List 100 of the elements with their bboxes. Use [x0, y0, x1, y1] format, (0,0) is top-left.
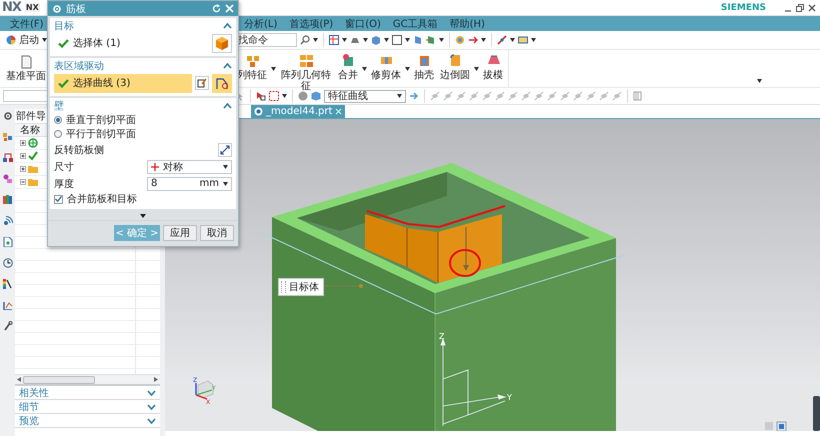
- menu-item[interactable]: 窗口(O): [339, 16, 387, 30]
- more-options-icon[interactable]: [140, 214, 146, 218]
- collapse-box-icon[interactable]: [20, 179, 26, 185]
- expand-icon[interactable]: [147, 404, 156, 410]
- caret-icon[interactable]: [474, 67, 479, 71]
- blocks-icon[interactable]: [2, 132, 12, 142]
- caret-icon[interactable]: [510, 38, 515, 42]
- cube-icon[interactable]: [311, 91, 321, 101]
- caret-icon[interactable]: [313, 38, 318, 42]
- dialog-title: 筋板: [66, 2, 87, 16]
- caret-icon[interactable]: [363, 38, 368, 42]
- field-label: 尺寸: [54, 160, 74, 174]
- collapse-icon[interactable]: [223, 23, 232, 29]
- refresh-icon[interactable]: [212, 4, 221, 13]
- dashed-rectangle-icon[interactable]: [269, 91, 279, 101]
- section-title[interactable]: 细节: [19, 400, 39, 414]
- collapse-icon[interactable]: [223, 103, 232, 109]
- circle-mark: [449, 249, 481, 277]
- caret-icon[interactable]: [362, 67, 367, 71]
- collapse-icon[interactable]: [223, 63, 232, 69]
- arrow-icon[interactable]: [409, 91, 419, 101]
- caret-icon: [397, 94, 402, 98]
- caret-icon[interactable]: [271, 67, 276, 71]
- menu-item[interactable]: 帮助(H): [444, 16, 491, 30]
- dimension-icon[interactable]: [497, 35, 507, 45]
- dialog-button[interactable]: 取消: [200, 225, 234, 241]
- caret-icon[interactable]: [439, 38, 444, 42]
- panel-title: 部件导: [16, 110, 46, 123]
- arrow-icon[interactable]: [468, 35, 478, 45]
- menu-item[interactable]: 分析(L): [238, 16, 284, 30]
- datum-plane-button[interactable]: 基准平面: [4, 55, 48, 82]
- caret-icon: [42, 38, 47, 42]
- fit-view-icon[interactable]: [776, 422, 786, 431]
- square-icon[interactable]: [392, 35, 402, 45]
- ribbon-button[interactable]: 拔模: [481, 53, 505, 81]
- thickness-field[interactable]: 8 mm: [147, 176, 232, 190]
- plane-icon: [19, 55, 33, 69]
- caret-icon[interactable]: [384, 38, 389, 42]
- selection-filter-dropdown[interactable]: 特征曲线: [324, 90, 406, 102]
- scrollbar-thumb[interactable]: [23, 376, 95, 384]
- cube-icon[interactable]: [215, 36, 229, 50]
- side-handle[interactable]: [813, 396, 820, 431]
- section-title[interactable]: 相关性: [19, 386, 49, 400]
- settings-icon[interactable]: [2, 111, 12, 121]
- expand-icon[interactable]: [147, 418, 156, 424]
- sphere-icon[interactable]: [298, 91, 308, 101]
- search-icon[interactable]: [300, 35, 310, 45]
- scroll-right-icon[interactable]: [154, 377, 158, 382]
- close-icon[interactable]: [808, 4, 816, 12]
- books-icon[interactable]: [2, 195, 12, 205]
- scroll-left-icon[interactable]: [17, 377, 21, 382]
- checkbox[interactable]: [54, 194, 63, 204]
- caret-icon[interactable]: [481, 38, 486, 42]
- caret-icon[interactable]: [405, 38, 410, 42]
- selection-label: 选择体 (1): [73, 36, 120, 50]
- curve-select-button[interactable]: [212, 74, 232, 92]
- dialog-button[interactable]: 应用: [163, 225, 197, 241]
- diagram-icon[interactable]: [2, 153, 12, 163]
- caret-icon[interactable]: [282, 94, 287, 98]
- selection-row[interactable]: 选择体 (1): [54, 34, 209, 52]
- menu-item[interactable]: GC工具箱: [386, 16, 444, 30]
- section-title[interactable]: 预览: [19, 414, 39, 428]
- layer-icon[interactable]: [518, 35, 528, 45]
- expand-icon[interactable]: [147, 390, 156, 396]
- curve-icon: [215, 76, 229, 90]
- wrench-icon[interactable]: [2, 321, 12, 331]
- size-dropdown[interactable]: 对称: [147, 160, 232, 174]
- hat-icon[interactable]: [350, 35, 360, 45]
- grid-icon[interactable]: [329, 35, 339, 45]
- chart-icon[interactable]: [2, 300, 12, 310]
- restore-icon[interactable]: [796, 4, 804, 12]
- caret-icon[interactable]: [531, 38, 536, 42]
- caret-icon[interactable]: [342, 38, 347, 42]
- ribbon-button[interactable]: 阵列几何特征: [278, 53, 334, 92]
- document-icon[interactable]: [2, 237, 12, 247]
- sketch-edit-button[interactable]: [195, 76, 209, 90]
- diagonal-arrows-icon: [220, 144, 230, 154]
- color-bar-icon[interactable]: [2, 279, 12, 289]
- reverse-direction-button[interactable]: [218, 142, 232, 156]
- expand-box-icon[interactable]: [20, 153, 26, 159]
- select-icon[interactable]: [256, 91, 266, 101]
- radio-button[interactable]: [54, 130, 62, 138]
- caret-icon[interactable]: [757, 79, 762, 83]
- clock-icon[interactable]: [2, 258, 12, 268]
- ribbon-button[interactable]: 抽壳: [412, 53, 436, 81]
- caret-icon[interactable]: [405, 67, 410, 71]
- ribbon-button[interactable]: 合并: [336, 53, 360, 81]
- ribbon-button[interactable]: 修剪体: [369, 53, 403, 81]
- plus-icon: [151, 162, 159, 170]
- pencil-icon: [197, 78, 207, 88]
- expand-box-icon[interactable]: [20, 140, 26, 146]
- expand-box-icon[interactable]: [20, 166, 26, 172]
- node-icon[interactable]: [2, 174, 12, 184]
- menu-item[interactable]: 首选项(P): [283, 16, 340, 30]
- ribbon-button[interactable]: 边倒圆: [438, 53, 472, 81]
- selection-row[interactable]: 选择曲线 (3): [54, 74, 192, 92]
- menu-item[interactable]: 文件(F): [4, 16, 50, 30]
- radio-button[interactable]: [54, 116, 62, 124]
- body-select-button[interactable]: [212, 34, 232, 52]
- signal-icon[interactable]: [2, 216, 12, 226]
